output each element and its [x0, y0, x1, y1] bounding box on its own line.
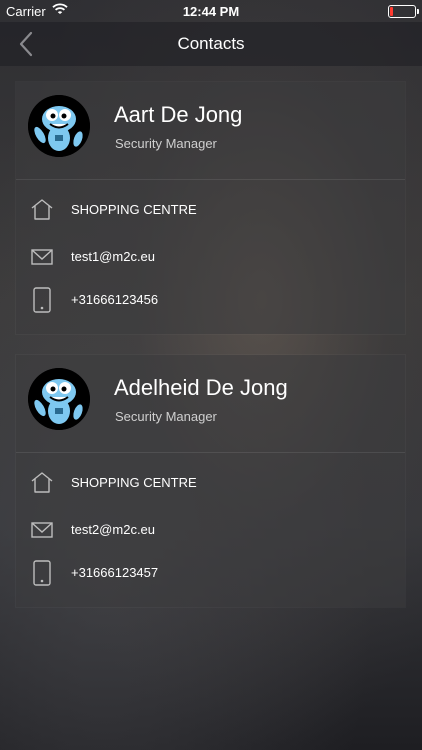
phone-link[interactable]: +31666123456 — [71, 292, 158, 307]
divider — [16, 452, 405, 453]
email-row[interactable]: test1@m2c.eu — [16, 241, 405, 273]
location-text: SHOPPING CENTRE — [71, 202, 197, 217]
mail-icon — [30, 244, 54, 270]
contact-card: Aart De Jong Security Manager SHOPPING C… — [16, 82, 405, 334]
contact-card: Adelheid De Jong Security Manager SHOPPI… — [16, 355, 405, 607]
navigation-bar: Contacts — [0, 22, 422, 66]
location-text: SHOPPING CENTRE — [71, 475, 197, 490]
email-link[interactable]: test2@m2c.eu — [71, 522, 155, 537]
avatar — [28, 368, 90, 430]
avatar — [28, 95, 90, 157]
phone-row[interactable]: +31666123457 — [16, 557, 405, 589]
contact-role: Security Manager — [115, 409, 217, 424]
battery-icon — [388, 5, 419, 18]
contact-name: Adelheid De Jong — [114, 375, 288, 400]
status-bar: Carrier 12:44 PM — [0, 0, 422, 22]
home-icon — [30, 470, 54, 496]
email-link[interactable]: test1@m2c.eu — [71, 249, 155, 264]
location-row: SHOPPING CENTRE — [16, 467, 405, 499]
mail-icon — [30, 517, 54, 543]
contact-role: Security Manager — [115, 136, 217, 151]
phone-row[interactable]: +31666123456 — [16, 284, 405, 316]
page-title: Contacts — [177, 34, 245, 53]
phone-icon — [30, 287, 54, 313]
clock-label: 12:44 PM — [182, 4, 240, 19]
contact-name: Aart De Jong — [114, 102, 243, 127]
divider — [16, 179, 405, 180]
location-row: SHOPPING CENTRE — [16, 194, 405, 226]
email-row[interactable]: test2@m2c.eu — [16, 514, 405, 546]
home-icon — [30, 197, 54, 223]
phone-link[interactable]: +31666123457 — [71, 565, 158, 580]
phone-icon — [30, 560, 54, 586]
